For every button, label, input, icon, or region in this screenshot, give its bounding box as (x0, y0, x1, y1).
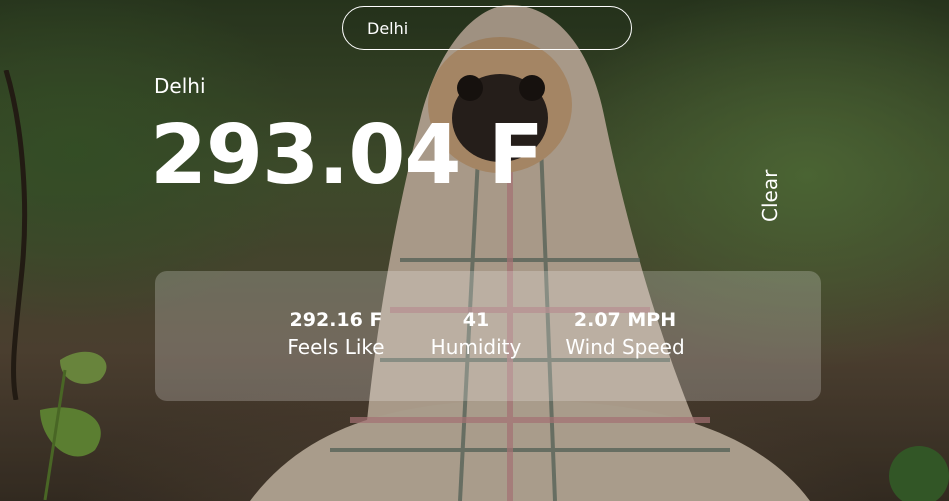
wind-speed-stat: 2.07 MPH Wind Speed (555, 309, 695, 359)
feels-like-value: 292.16 F (289, 309, 383, 331)
city-search-field[interactable] (342, 6, 632, 50)
wind-speed-value: 2.07 MPH (573, 309, 677, 331)
search-input[interactable] (367, 18, 607, 38)
wind-speed-label: Wind Speed (565, 335, 685, 359)
feels-like-label: Feels Like (287, 335, 385, 359)
humidity-stat: 41 Humidity (421, 309, 531, 359)
weather-stats-panel: 292.16 F Feels Like 41 Humidity 2.07 MPH… (155, 271, 821, 401)
clear-button[interactable]: Clear (758, 170, 782, 222)
temperature-reading: 293.04 F (150, 108, 544, 203)
humidity-value: 41 (462, 309, 490, 331)
humidity-label: Humidity (430, 335, 522, 359)
background-overlay (0, 0, 949, 501)
feels-like-stat: 292.16 F Feels Like (281, 309, 391, 359)
city-name: Delhi (154, 74, 206, 98)
